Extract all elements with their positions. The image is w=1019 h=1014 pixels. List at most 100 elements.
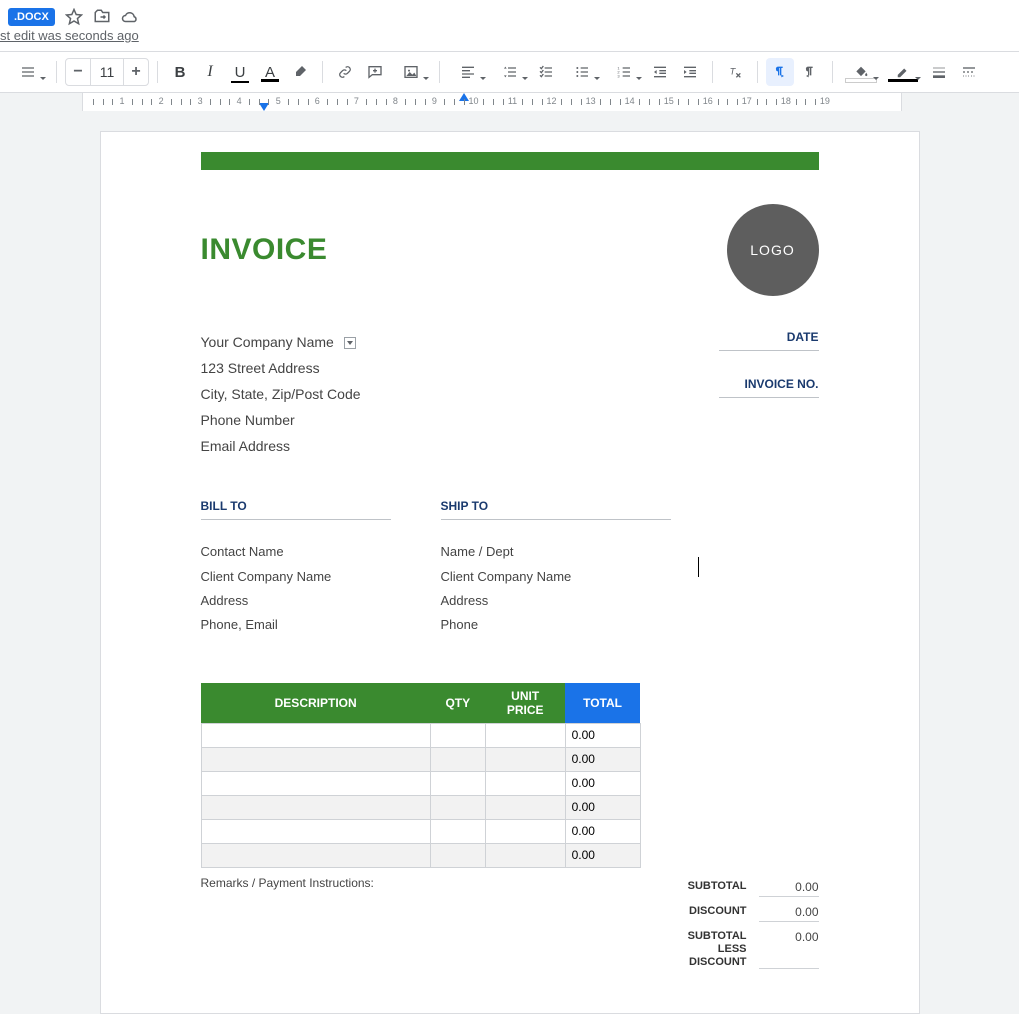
indent-button[interactable]: [676, 58, 704, 86]
edit-status-link[interactable]: st edit was seconds ago: [0, 28, 1019, 51]
cloud-icon[interactable]: [121, 8, 139, 26]
toolbar: − 11 + B I U A 123 T: [0, 51, 1019, 93]
svg-text:T: T: [730, 67, 737, 77]
link-button[interactable]: [331, 58, 359, 86]
italic-button[interactable]: I: [196, 58, 224, 86]
ruler-number: 2: [159, 96, 164, 106]
ruler-number: 18: [781, 96, 791, 106]
underline-button[interactable]: U: [226, 58, 254, 86]
ruler-number: 3: [198, 96, 203, 106]
ruler[interactable]: 12345678910111213141516171819: [0, 93, 1019, 111]
table-row[interactable]: 0.00: [201, 747, 640, 771]
shipto-name: Name / Dept: [441, 540, 671, 564]
shipto-address: Address: [441, 589, 671, 613]
remarks-label: Remarks / Payment Instructions:: [201, 876, 374, 974]
discount-value: 0.00: [759, 905, 819, 922]
ruler-number: 13: [586, 96, 596, 106]
col-qty: QTY: [430, 683, 485, 724]
subtotal-less-label: SUBTOTAL LESS DISCOUNT: [619, 930, 759, 970]
ruler-number: 12: [547, 96, 557, 106]
ruler-number: 1: [120, 96, 125, 106]
font-size-increase[interactable]: +: [124, 59, 148, 85]
align-button[interactable]: [448, 58, 488, 86]
editor-surface: INVOICE LOGO Your Company Name 123 Stree…: [0, 111, 1019, 1014]
col-unit-price: UNIT PRICE: [485, 683, 565, 724]
ruler-number: 17: [742, 96, 752, 106]
rtl-button[interactable]: [796, 58, 824, 86]
company-street: 123 Street Address: [201, 356, 361, 382]
document-page[interactable]: INVOICE LOGO Your Company Name 123 Stree…: [100, 131, 920, 1014]
font-size-decrease[interactable]: −: [66, 59, 90, 85]
border-width-button[interactable]: [925, 58, 953, 86]
company-city: City, State, Zip/Post Code: [201, 382, 361, 408]
col-description: DESCRIPTION: [201, 683, 430, 724]
accent-bar: [201, 152, 819, 170]
highlight-button[interactable]: [286, 58, 314, 86]
line-spacing-button[interactable]: [490, 58, 530, 86]
title-row: .DOCX: [0, 0, 1019, 28]
col-total: TOTAL: [565, 683, 640, 724]
company-email: Email Address: [201, 434, 361, 460]
shipto-phone: Phone: [441, 613, 671, 637]
shipto-company: Client Company Name: [441, 565, 671, 589]
ruler-number: 6: [315, 96, 320, 106]
image-button[interactable]: [391, 58, 431, 86]
table-row[interactable]: 0.00: [201, 819, 640, 843]
ruler-number: 9: [432, 96, 437, 106]
format-chip: .DOCX: [8, 8, 55, 26]
ruler-number: 19: [820, 96, 830, 106]
numbered-list-button[interactable]: 123: [604, 58, 644, 86]
field-dropdown-icon[interactable]: [344, 337, 356, 349]
table-row[interactable]: 0.00: [201, 771, 640, 795]
billto-contact: Contact Name: [201, 540, 391, 564]
table-row[interactable]: 0.00: [201, 795, 640, 819]
border-color-button[interactable]: [883, 58, 923, 86]
ruler-number: 16: [703, 96, 713, 106]
star-icon[interactable]: [65, 8, 83, 26]
bill-to-column: BILL TO Contact Name Client Company Name…: [201, 499, 391, 636]
clear-format-button[interactable]: T: [721, 58, 749, 86]
discount-label: DISCOUNT: [619, 905, 759, 922]
invoice-title: INVOICE: [201, 233, 328, 267]
bill-to-label: BILL TO: [201, 499, 391, 520]
ruler-number: 8: [393, 96, 398, 106]
subtotal-less-value: 0.00: [759, 930, 819, 970]
subtotal-label: SUBTOTAL: [619, 880, 759, 897]
bullet-list-button[interactable]: [562, 58, 602, 86]
ruler-number: 7: [354, 96, 359, 106]
text-cursor: [698, 557, 699, 577]
ltr-button[interactable]: [766, 58, 794, 86]
text-color-button[interactable]: A: [256, 58, 284, 86]
font-size-value[interactable]: 11: [90, 59, 124, 85]
date-label: DATE: [719, 330, 819, 351]
invoice-no-label: INVOICE NO.: [719, 377, 819, 398]
table-row[interactable]: 0.00: [201, 843, 640, 867]
outdent-button[interactable]: [646, 58, 674, 86]
bold-button[interactable]: B: [166, 58, 194, 86]
ruler-number: 15: [664, 96, 674, 106]
billto-address: Address: [201, 589, 391, 613]
font-size-stepper[interactable]: − 11 +: [65, 58, 149, 86]
ruler-number: 5: [276, 96, 281, 106]
company-block: Your Company Name 123 Street Address Cit…: [201, 330, 361, 459]
move-icon[interactable]: [93, 8, 111, 26]
checklist-button[interactable]: [532, 58, 560, 86]
table-row[interactable]: 0.00: [201, 723, 640, 747]
summary-block: SUBTOTAL 0.00 DISCOUNT 0.00 SUBTOTAL LES…: [619, 876, 819, 974]
styles-dropdown[interactable]: [8, 58, 48, 86]
ruler-number: 11: [508, 96, 517, 106]
subtotal-value: 0.00: [759, 880, 819, 897]
svg-text:3: 3: [617, 73, 620, 78]
comment-button[interactable]: [361, 58, 389, 86]
logo-placeholder: LOGO: [727, 204, 819, 296]
ship-to-label: SHIP TO: [441, 499, 671, 520]
billto-phone-email: Phone, Email: [201, 613, 391, 637]
billto-company: Client Company Name: [201, 565, 391, 589]
ruler-number: 4: [237, 96, 242, 106]
ruler-number: 10: [468, 96, 478, 106]
ship-to-column: SHIP TO Name / Dept Client Company Name …: [441, 499, 671, 636]
items-table[interactable]: DESCRIPTION QTY UNIT PRICE TOTAL 0.000.0…: [201, 683, 641, 868]
company-phone: Phone Number: [201, 408, 361, 434]
fill-color-button[interactable]: [841, 58, 881, 86]
border-style-button[interactable]: [955, 58, 983, 86]
